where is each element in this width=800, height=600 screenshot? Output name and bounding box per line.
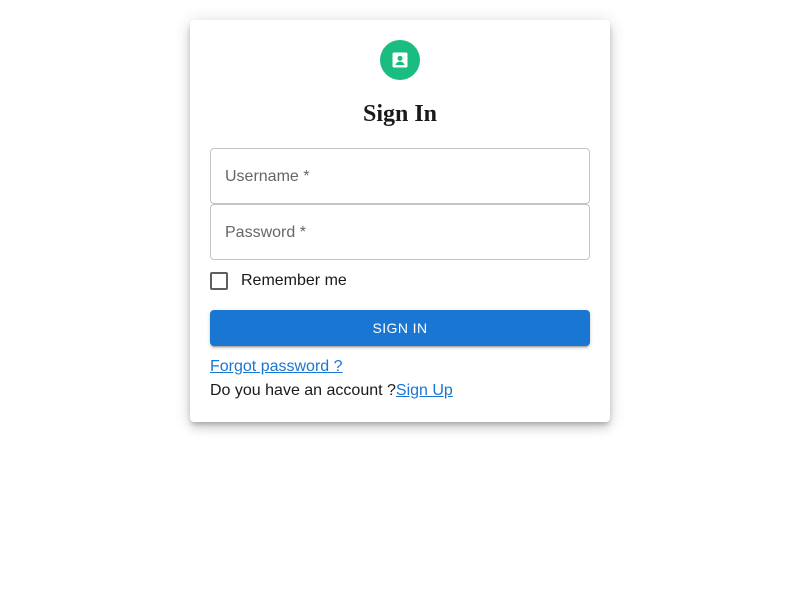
sign-in-button[interactable]: Sign In <box>210 310 590 346</box>
remember-me-label[interactable]: Remember me <box>241 272 347 290</box>
account-prompt: Do you have an account ?Sign Up <box>210 381 453 401</box>
sign-in-card: Sign In Username * Password * Remember m… <box>190 20 610 422</box>
page-title: Sign In <box>362 101 438 127</box>
username-input[interactable] <box>211 149 589 203</box>
password-input[interactable] <box>211 205 589 259</box>
username-field[interactable]: Username * <box>210 148 590 204</box>
account-prompt-text: Do you have an account ? <box>210 382 396 399</box>
remember-me-checkbox[interactable] <box>210 272 228 290</box>
forgot-password-link[interactable]: Forgot password ? <box>210 357 343 377</box>
password-field[interactable]: Password * <box>210 204 590 260</box>
account-box-icon <box>390 50 410 70</box>
sign-up-link[interactable]: Sign Up <box>396 382 453 399</box>
remember-me-row[interactable]: Remember me <box>210 270 347 292</box>
avatar <box>380 40 420 80</box>
